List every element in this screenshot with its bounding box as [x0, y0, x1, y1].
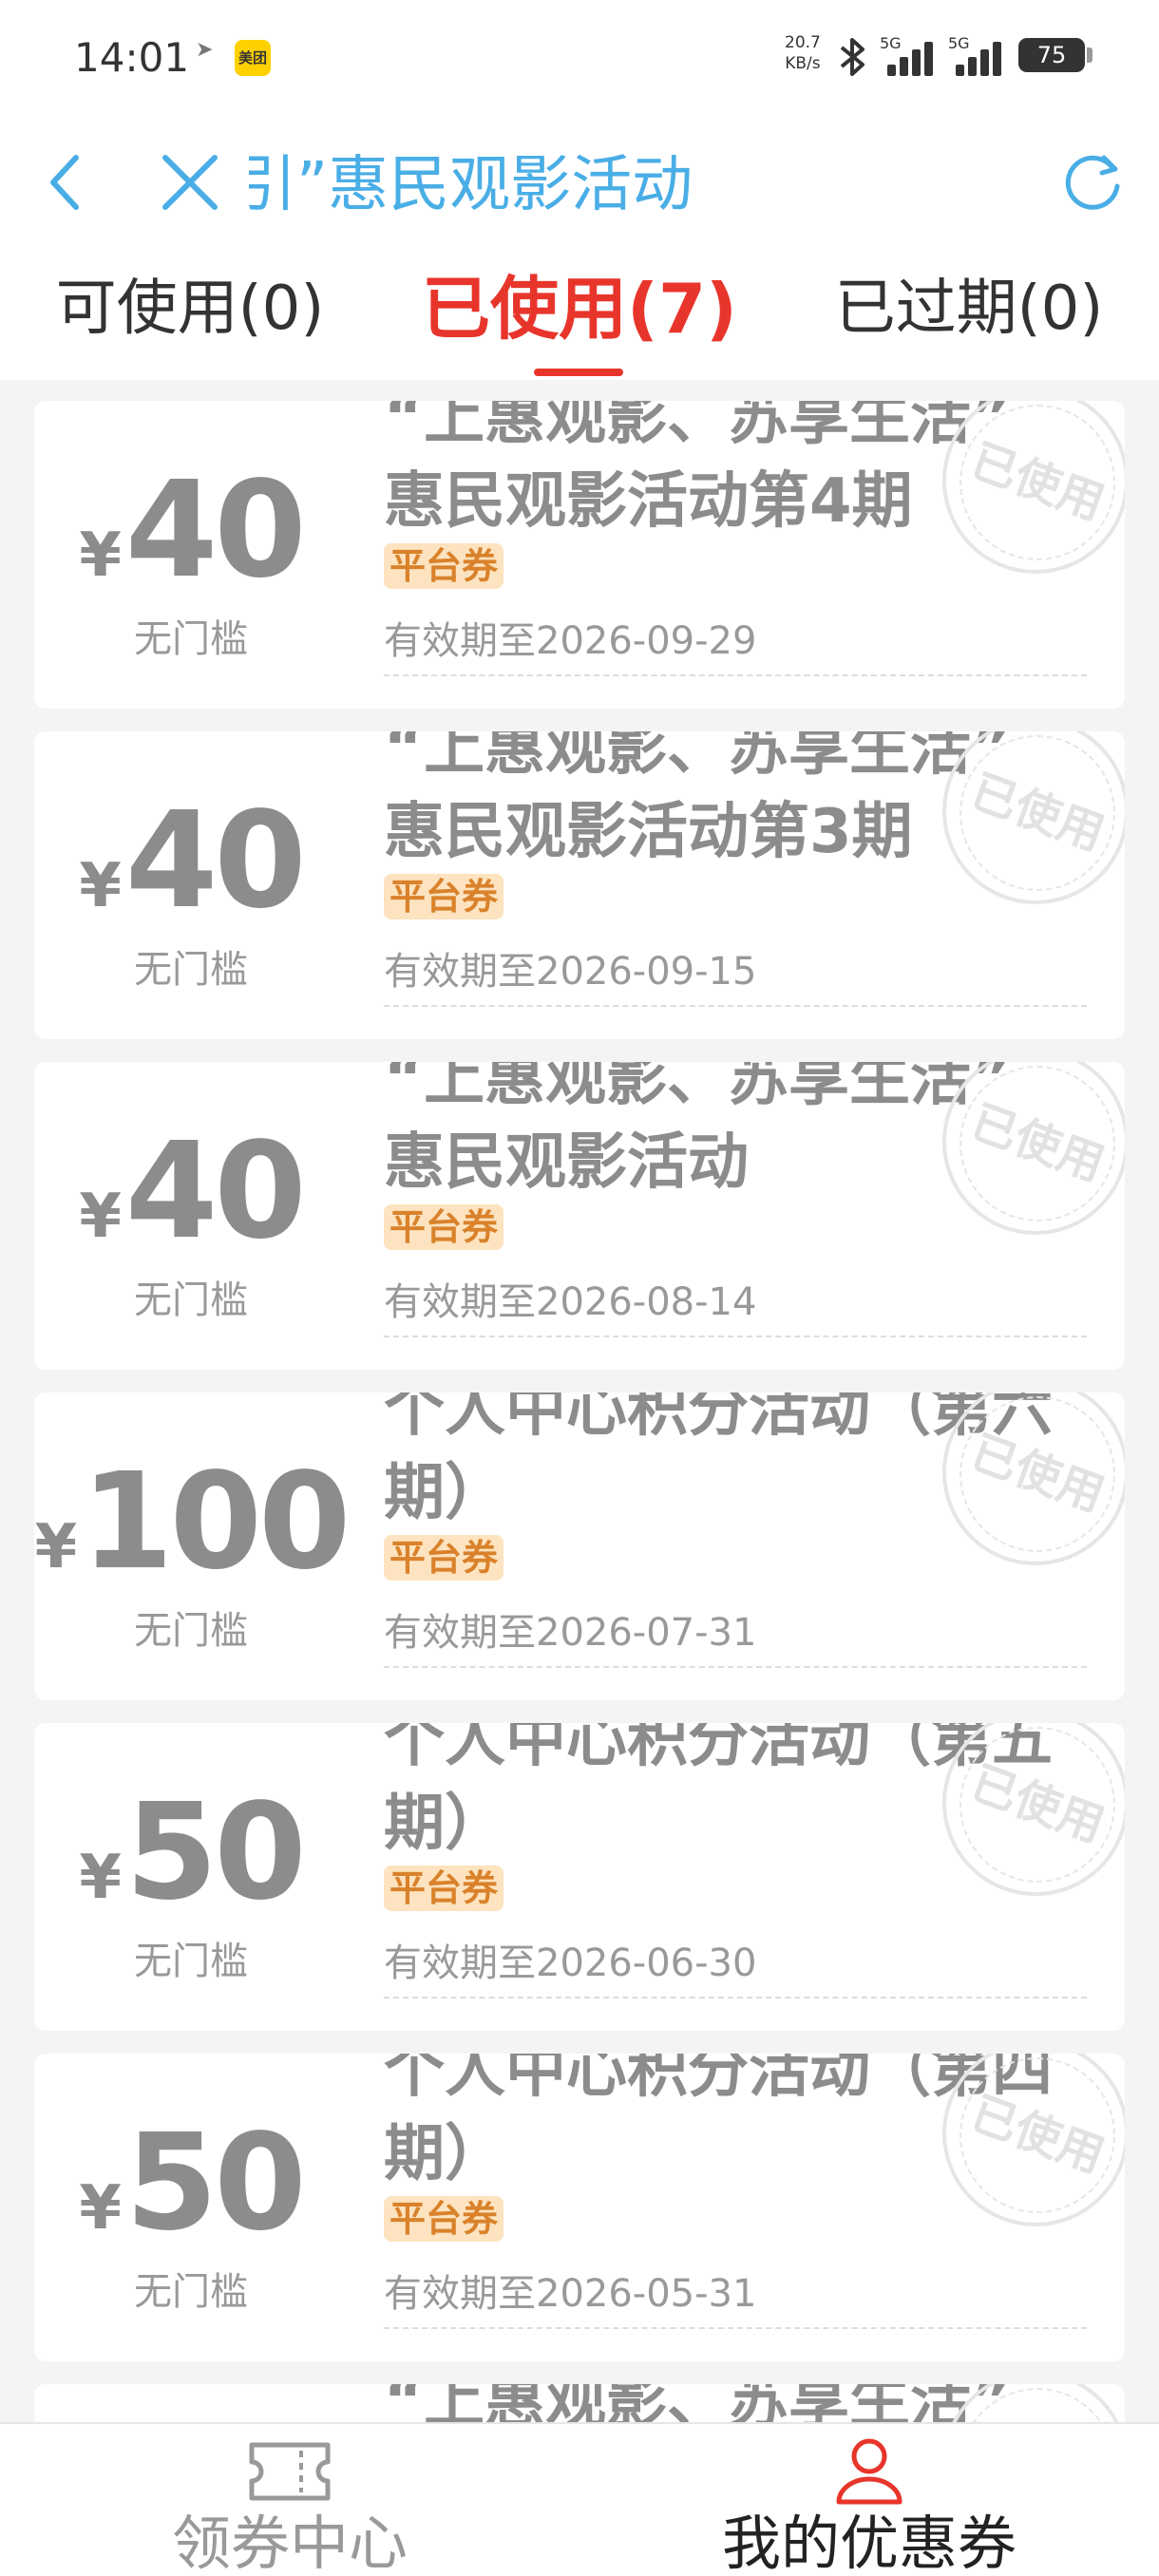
coupon-expiry: 有效期至2026-08-14: [384, 1280, 757, 1324]
coupon-amount: ¥50: [34, 2112, 348, 2255]
coupon-amount: ¥40: [34, 460, 348, 602]
page-title-text: 引”惠民观影活动: [249, 150, 694, 220]
currency-symbol: ¥: [79, 2173, 122, 2244]
meituan-app-icon: 美团: [235, 40, 271, 76]
coupon-expiry: 有效期至2026-07-31: [384, 1611, 757, 1655]
divider: [384, 1997, 1087, 1998]
coupon-card[interactable]: ¥50 无门槛 个人中心积分活动（第四 期） 平台券 有效期至2026-05-3…: [34, 2054, 1125, 2361]
bluetooth-icon: [836, 36, 870, 87]
divider: [384, 1005, 1087, 1007]
tab-used[interactable]: 已使用(7): [418, 266, 741, 351]
currency-symbol: ¥: [79, 1843, 122, 1913]
nav-bar: 引”惠民观影活动: [0, 114, 1159, 247]
divider: [384, 1335, 1087, 1337]
nav-my-coupons-label: 我的优惠券: [721, 2509, 1016, 2576]
refresh-icon[interactable]: [1060, 148, 1127, 215]
coupon-threshold: 无门槛: [134, 1609, 248, 1653]
network-speed-unit: KB/s: [785, 54, 821, 73]
tab-expired[interactable]: 已过期(0): [817, 266, 1121, 351]
status-time: 14:01: [74, 34, 190, 81]
bottom-nav: 领券中心 我的优惠券: [0, 2422, 1159, 2576]
amount-value: 50: [124, 2106, 307, 2261]
signal-type-label: 5G: [880, 34, 902, 52]
used-stamp-text: 已使用: [964, 2086, 1112, 2184]
nav-coupon-center-label: 领券中心: [171, 2509, 408, 2576]
coupon-expiry: 有效期至2026-09-29: [384, 619, 757, 663]
amount-value: 50: [124, 1775, 307, 1930]
nav-my-coupons[interactable]: 我的优惠券: [679, 2424, 1059, 2576]
network-speed: 20.7 KB/s: [785, 32, 821, 74]
coupon-type-tag: 平台券: [384, 1204, 504, 1250]
status-bar: 14:01 ➤ 美团 20.7 KB/s 5G 5G 75: [0, 0, 1159, 114]
coupon-amount: ¥100: [34, 1451, 367, 1594]
currency-symbol: ¥: [79, 1182, 122, 1252]
battery-tip: [1087, 47, 1092, 63]
coupon-list[interactable]: ¥40 无门槛 “上惠观影、苏享生活” 惠民观影活动第4期 平台券 有效期至20…: [0, 380, 1159, 2422]
divider: [384, 674, 1087, 676]
coupon-expiry: 有效期至2026-05-31: [384, 2272, 757, 2316]
coupon-status-tabs: 可使用(0) 已使用(7) 已过期(0): [0, 247, 1159, 380]
coupon-card[interactable]: ¥40 无门槛 “上惠观影、苏享生活” 惠民观影活动 平台券 有效期至2026-…: [34, 1062, 1125, 1370]
currency-symbol: ¥: [79, 521, 122, 591]
page-title: 引”惠民观影活动: [249, 142, 724, 228]
network-speed-value: 20.7: [785, 33, 821, 52]
amount-value: 40: [124, 784, 307, 938]
used-stamp-text: 已使用: [964, 1094, 1112, 1192]
used-stamp-text: 已使用: [964, 1425, 1112, 1523]
currency-symbol: ¥: [34, 1512, 78, 1582]
coupon-amount: ¥40: [34, 1121, 348, 1263]
coupon-type-tag: 平台券: [384, 543, 504, 589]
divider: [384, 2327, 1087, 2329]
coupon-type-tag: 平台券: [384, 1535, 504, 1581]
coupon-expiry: 有效期至2026-06-30: [384, 1941, 757, 1985]
currency-symbol: ¥: [79, 851, 122, 921]
back-icon[interactable]: [38, 144, 114, 220]
amount-value: 40: [124, 453, 307, 608]
amount-value: 40: [124, 1114, 307, 1269]
coupon-card[interactable]: ¥100 无门槛 个人中心积分活动（第六 期） 平台券 有效期至2026-07-…: [34, 1392, 1125, 1700]
coupon-type-tag: 平台券: [384, 2196, 504, 2242]
coupon-threshold: 无门槛: [134, 1279, 248, 1322]
used-stamp-text: 已使用: [964, 764, 1112, 862]
coupon-type-tag: 平台券: [384, 1866, 504, 1911]
signal-strength-icon-2: 5G: [948, 34, 1005, 76]
coupon-card[interactable]: ¥40 无门槛 “上惠观影、苏享生活” 惠民观影活动第3期 平台券 有效期至20…: [34, 731, 1125, 1039]
active-tab-indicator: [534, 369, 623, 376]
amount-value: 100: [81, 1445, 351, 1600]
divider: [384, 1666, 1087, 1668]
coupon-amount: ¥50: [34, 1782, 348, 1924]
nav-coupon-center[interactable]: 领券中心: [100, 2424, 480, 2576]
coupon-threshold: 无门槛: [134, 948, 248, 992]
coupon-type-tag: 平台券: [384, 874, 504, 919]
close-icon[interactable]: [152, 144, 228, 220]
coupon-threshold: 无门槛: [134, 2270, 248, 2314]
used-stamp-text: 已使用: [964, 433, 1112, 531]
ticket-icon: [242, 2434, 337, 2510]
battery-icon: 75: [1018, 38, 1085, 72]
location-arrow-icon: ➤: [196, 38, 214, 62]
coupon-threshold: 无门槛: [134, 617, 248, 661]
coupon-amount: ¥40: [34, 790, 348, 933]
tab-available[interactable]: 可使用(0): [38, 266, 342, 351]
coupon-threshold: 无门槛: [134, 1940, 248, 1983]
coupon-card[interactable]: ¥40 无门槛 “上惠观影、苏享生活” 惠民观影活动第4期 平台券 有效期至20…: [34, 401, 1125, 709]
user-icon: [822, 2434, 917, 2510]
coupon-card[interactable]: ¥50 无门槛 个人中心积分活动（第五 期） 平台券 有效期至2026-06-3…: [34, 1723, 1125, 2031]
signal-strength-icon: 5G: [880, 34, 937, 76]
coupon-card[interactable]: “上惠观影、苏享生活”: [34, 2384, 1125, 2422]
used-stamp-text: 已使用: [964, 1755, 1112, 1853]
coupon-expiry: 有效期至2026-09-15: [384, 950, 757, 994]
signal-type-label: 5G: [948, 34, 970, 52]
